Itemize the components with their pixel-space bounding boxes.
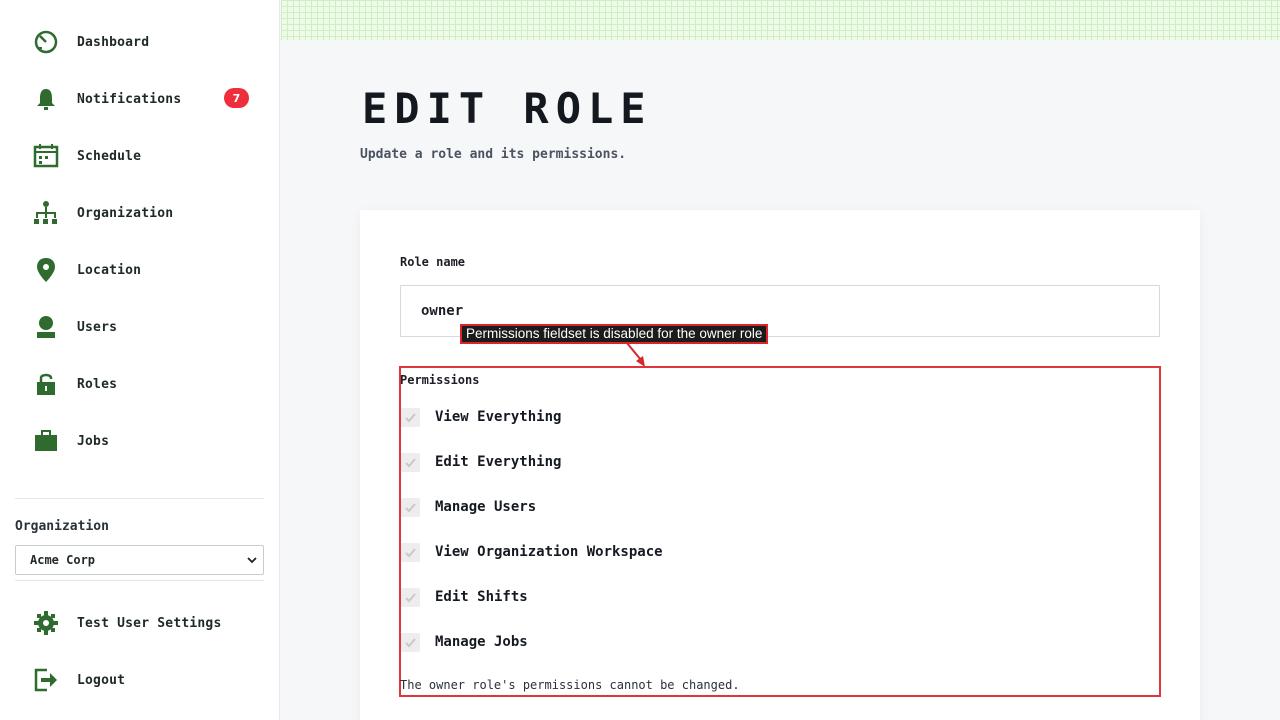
permission-view-organization-workspace: View Organization Workspace bbox=[401, 541, 663, 563]
sidebar-item-label: Notifications bbox=[77, 91, 182, 107]
check-icon bbox=[405, 592, 416, 602]
organization-select-value: Acme Corp bbox=[30, 553, 96, 567]
organization-select[interactable]: Acme Corp bbox=[15, 545, 264, 575]
sidebar-item-roles[interactable]: Roles bbox=[30, 364, 260, 404]
permissions-note: The owner role's permissions cannot be c… bbox=[400, 678, 740, 692]
annotation-arrow-icon bbox=[626, 342, 645, 367]
sidebar-item-label: Jobs bbox=[77, 433, 110, 449]
sidebar-item-label: Users bbox=[77, 319, 118, 335]
permission-checkbox bbox=[401, 632, 420, 652]
sidebar-item-label: Organization bbox=[77, 205, 174, 221]
permission-view-everything: View Everything bbox=[401, 406, 561, 428]
permission-manage-users: Manage Users bbox=[401, 496, 536, 518]
sidebar-item-users[interactable]: Users bbox=[30, 307, 260, 347]
permission-label: Edit Shifts bbox=[435, 589, 528, 605]
permissions-label: Permissions bbox=[400, 373, 480, 387]
role-name-label: Role name bbox=[400, 255, 466, 269]
user-icon bbox=[30, 311, 62, 343]
sidebar-item-organization[interactable]: Organization bbox=[30, 193, 260, 233]
sidebar-item-more[interactable] bbox=[30, 478, 260, 492]
permission-label: Manage Users bbox=[435, 499, 537, 515]
check-icon bbox=[405, 457, 416, 467]
permission-checkbox bbox=[401, 407, 420, 427]
bell-icon bbox=[30, 83, 62, 115]
sidebar-item-schedule[interactable]: Schedule bbox=[30, 136, 260, 176]
logout-label: Logout bbox=[77, 672, 126, 688]
permission-checkbox bbox=[401, 497, 420, 517]
header-grid-pattern bbox=[281, 0, 1280, 40]
permission-label: Manage Jobs bbox=[435, 634, 528, 650]
sidebar-item-location[interactable]: Location bbox=[30, 250, 260, 290]
check-icon bbox=[405, 412, 416, 422]
logout-link[interactable]: Logout bbox=[30, 660, 260, 700]
page-subtitle: Update a role and its permissions. bbox=[360, 147, 627, 162]
settings-link[interactable]: Test User Settings bbox=[30, 603, 260, 643]
permission-label: View Organization Workspace bbox=[435, 544, 663, 560]
page-title: EDIT ROLE bbox=[362, 84, 653, 133]
permission-label: View Everything bbox=[435, 409, 562, 425]
check-icon bbox=[405, 547, 416, 557]
chevron-down-icon bbox=[247, 557, 257, 564]
permission-edit-everything: Edit Everything bbox=[401, 451, 561, 473]
permission-edit-shifts: Edit Shifts bbox=[401, 586, 528, 608]
permission-label: Edit Everything bbox=[435, 454, 562, 470]
permission-manage-jobs: Manage Jobs bbox=[401, 631, 528, 653]
sidebar-item-label: Schedule bbox=[77, 148, 142, 164]
permission-checkbox bbox=[401, 542, 420, 562]
dashboard-icon bbox=[30, 26, 62, 58]
sidebar-item-dashboard[interactable]: Dashboard bbox=[30, 22, 260, 62]
permission-checkbox bbox=[401, 452, 420, 472]
sidebar-item-jobs[interactable]: Jobs bbox=[30, 421, 260, 461]
check-icon bbox=[405, 637, 416, 647]
sidebar-item-label: Location bbox=[77, 262, 142, 278]
check-icon bbox=[405, 502, 416, 512]
annotation-callout: Permissions fieldset is disabled for the… bbox=[460, 324, 769, 344]
organization-label: Organization bbox=[15, 519, 109, 534]
notification-count-badge: 7 bbox=[224, 88, 249, 108]
logout-icon bbox=[30, 664, 62, 696]
settings-label: Test User Settings bbox=[77, 615, 222, 631]
lock-icon bbox=[30, 368, 62, 400]
calendar-icon bbox=[30, 140, 62, 172]
sidebar-item-notifications[interactable]: Notifications 7 bbox=[30, 79, 260, 119]
sidebar-divider bbox=[15, 498, 264, 499]
sidebar-divider bbox=[15, 580, 264, 581]
briefcase-icon bbox=[30, 425, 62, 457]
map-pin-icon bbox=[30, 254, 62, 286]
list-icon bbox=[30, 482, 62, 492]
sidebar-item-label: Roles bbox=[77, 376, 118, 392]
sidebar-nav: Dashboard Notifications 7 Schedule Organ… bbox=[0, 0, 279, 492]
sidebar-item-label: Dashboard bbox=[77, 34, 150, 50]
gear-icon bbox=[30, 607, 62, 639]
org-chart-icon bbox=[30, 197, 62, 229]
permission-checkbox bbox=[401, 587, 420, 607]
sidebar: Dashboard Notifications 7 Schedule Organ… bbox=[0, 0, 280, 720]
